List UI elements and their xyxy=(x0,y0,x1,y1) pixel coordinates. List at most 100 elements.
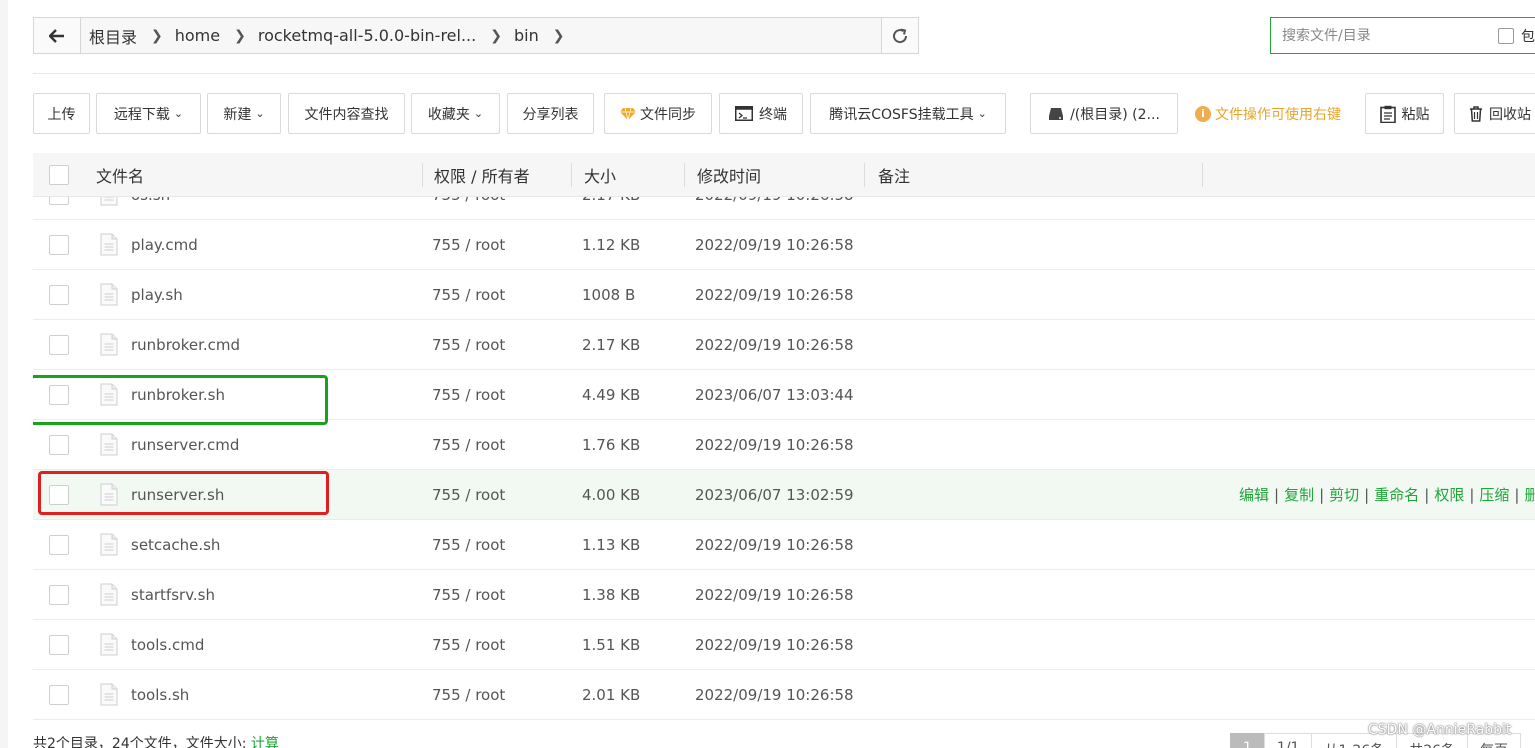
action-separator: | xyxy=(1514,485,1520,504)
column-divider[interactable] xyxy=(422,163,423,187)
file-permission[interactable]: 755 / root xyxy=(432,220,505,269)
back-button[interactable] xyxy=(34,18,81,53)
table-row[interactable]: runbroker.cmd 755 / root 2.17 KB 2022/09/19… xyxy=(33,320,1535,370)
file-name[interactable]: play.sh xyxy=(131,270,183,319)
breadcrumb-item-rocketmq[interactable]: rocketmq-all-5.0.0-bin-rel... ❯ xyxy=(258,26,514,45)
contain-subdir-checkbox[interactable] xyxy=(1498,27,1514,44)
row-checkbox[interactable] xyxy=(49,584,69,605)
file-name-label: play.cmd xyxy=(131,235,198,254)
file-name[interactable]: play.cmd xyxy=(131,220,198,269)
file-mtime-label: 2022/09/19 10:26:58 xyxy=(695,235,854,254)
select-all-checkbox[interactable] xyxy=(49,164,69,185)
table-row[interactable]: tools.sh 755 / root 2.01 KB 2022/09/19 10:2… xyxy=(33,670,1535,720)
column-divider[interactable] xyxy=(684,163,685,187)
table-row[interactable]: setcache.sh 755 / root 1.13 KB 2022/09/19 1… xyxy=(33,520,1535,570)
row-action-2[interactable]: 剪切 xyxy=(1329,484,1359,505)
file-name[interactable]: tools.cmd xyxy=(131,620,204,669)
row-checkbox[interactable] xyxy=(49,334,69,355)
paste-button[interactable]: 粘贴 xyxy=(1365,93,1444,134)
column-divider[interactable] xyxy=(864,163,865,187)
breadcrumb-label: 根目录 xyxy=(89,27,138,47)
row-action-4[interactable]: 权限 xyxy=(1434,484,1464,505)
file-permission[interactable]: 755 / root xyxy=(432,620,505,669)
table-row[interactable]: startfsrv.sh 755 / root 1.38 KB 2022/09/19 … xyxy=(33,570,1535,620)
content-search-button[interactable]: 文件内容查找 xyxy=(288,93,405,134)
header-name[interactable]: 文件名 xyxy=(96,153,144,196)
table-row[interactable]: play.cmd 755 / root 1.12 KB 2022/09/19 10:2… xyxy=(33,220,1535,270)
column-divider[interactable] xyxy=(571,163,572,187)
breadcrumb-item-root[interactable]: 根目录 ❯ xyxy=(89,24,175,48)
cosfs-label: 腾讯云COSFS挂载工具 xyxy=(829,106,974,123)
terminal-button[interactable]: 终端 xyxy=(719,93,803,134)
header-mtime[interactable]: 修改时间 xyxy=(697,153,761,196)
row-checkbox[interactable] xyxy=(49,634,69,655)
file-permission[interactable]: 755 / root xyxy=(432,420,505,469)
file-permission[interactable]: 755 / root xyxy=(432,320,505,369)
file-permission[interactable]: 755 / root xyxy=(432,370,505,419)
column-divider[interactable] xyxy=(1202,163,1203,187)
favorites-label: 收藏夹 xyxy=(427,106,470,123)
refresh-icon xyxy=(893,28,908,43)
header-permission[interactable]: 权限 / 所有者 xyxy=(434,153,530,196)
disk-label: /(根目录) (2... xyxy=(1070,106,1160,123)
clipboard-icon xyxy=(1379,105,1396,123)
breadcrumb-item-home[interactable]: home ❯ xyxy=(175,26,258,45)
row-action-3[interactable]: 重命名 xyxy=(1374,484,1419,505)
header-size[interactable]: 大小 xyxy=(584,153,616,196)
file-name[interactable]: runbroker.cmd xyxy=(131,320,240,369)
file-permission[interactable]: 755 / root xyxy=(432,270,505,319)
calculate-size-link[interactable]: 计算 xyxy=(251,736,279,748)
tip-label: 文件操作可使用右键 xyxy=(1215,106,1341,123)
disk-button[interactable]: /(根目录) (2... xyxy=(1030,93,1178,134)
row-action-0[interactable]: 编辑 xyxy=(1239,484,1269,505)
row-checkbox[interactable] xyxy=(49,234,69,255)
row-checkbox[interactable] xyxy=(49,684,69,705)
file-permission[interactable]: 755 / root xyxy=(432,570,505,619)
file-icon xyxy=(100,433,118,456)
file-mtime: 2022/09/19 10:26:58 xyxy=(695,420,854,469)
file-name[interactable]: setcache.sh xyxy=(131,520,220,569)
file-name[interactable]: runserver.cmd xyxy=(131,420,239,469)
table-row[interactable]: tools.cmd 755 / root 1.51 KB 2022/09/19 10:… xyxy=(33,620,1535,670)
file-permission[interactable]: 755 / root xyxy=(432,520,505,569)
new-button[interactable]: 新建 ⌄ xyxy=(207,93,281,134)
file-icon xyxy=(100,683,118,706)
favorites-button[interactable]: 收藏夹 ⌄ xyxy=(411,93,500,134)
table-row[interactable]: play.sh 755 / root 1008 B 2022/09/19 10:26:… xyxy=(33,270,1535,320)
row-action-6[interactable]: 删除 xyxy=(1524,484,1535,505)
breadcrumb-item-bin[interactable]: bin ❯ xyxy=(514,26,576,45)
refresh-button[interactable] xyxy=(881,18,918,53)
remote-download-button[interactable]: 远程下载 ⌄ xyxy=(96,93,201,134)
file-mtime-label: 2023/06/07 13:03:44 xyxy=(695,385,854,404)
row-checkbox[interactable] xyxy=(49,434,69,455)
table-row[interactable]: runserver.cmd 755 / root 1.76 KB 2022/09/19… xyxy=(33,420,1535,470)
recycle-bin-button[interactable]: 回收站 xyxy=(1454,93,1535,134)
file-name[interactable]: startfsrv.sh xyxy=(131,570,215,619)
row-checkbox[interactable] xyxy=(49,284,69,305)
action-separator: | xyxy=(1274,485,1280,504)
file-size-label: 1.51 KB xyxy=(582,635,641,654)
breadcrumb-label: rocketmq-all-5.0.0-bin-rel... xyxy=(257,26,477,45)
summary-text: 共2个目录，24个文件，文件大小: xyxy=(33,736,247,748)
breadcrumb-label: bin xyxy=(513,26,539,45)
search-input[interactable] xyxy=(1280,26,1489,45)
file-permission[interactable]: 755 / root xyxy=(432,470,505,519)
file-sync-label: 文件同步 xyxy=(640,106,696,123)
toolbar: 上传 远程下载 ⌄ 新建 ⌄ 文件内容查找 收藏夹 ⌄ 分享列表 文件同步 终端… xyxy=(33,93,1535,134)
file-permission[interactable]: 755 / root xyxy=(432,670,505,719)
row-actions: 编辑|复制|剪切|重命名|权限|压缩|删除 xyxy=(1239,470,1535,519)
file-sync-button[interactable]: 文件同步 xyxy=(604,93,712,134)
file-size: 4.00 KB xyxy=(582,470,640,519)
header-name-label: 文件名 xyxy=(96,166,145,186)
cosfs-button[interactable]: 腾讯云COSFS挂载工具 ⌄ xyxy=(810,93,1006,134)
upload-button[interactable]: 上传 xyxy=(33,93,90,134)
share-list-button[interactable]: 分享列表 xyxy=(507,93,594,134)
file-name[interactable]: tools.sh xyxy=(131,670,189,719)
file-mtime: 2022/09/19 10:26:58 xyxy=(695,570,854,619)
right-click-tip: i 文件操作可使用右键 xyxy=(1195,93,1341,134)
row-checkbox[interactable] xyxy=(49,534,69,555)
disk-icon xyxy=(1049,107,1064,120)
row-action-5[interactable]: 压缩 xyxy=(1479,484,1509,505)
page-current[interactable]: 1 xyxy=(1230,733,1265,748)
row-action-1[interactable]: 复制 xyxy=(1284,484,1314,505)
